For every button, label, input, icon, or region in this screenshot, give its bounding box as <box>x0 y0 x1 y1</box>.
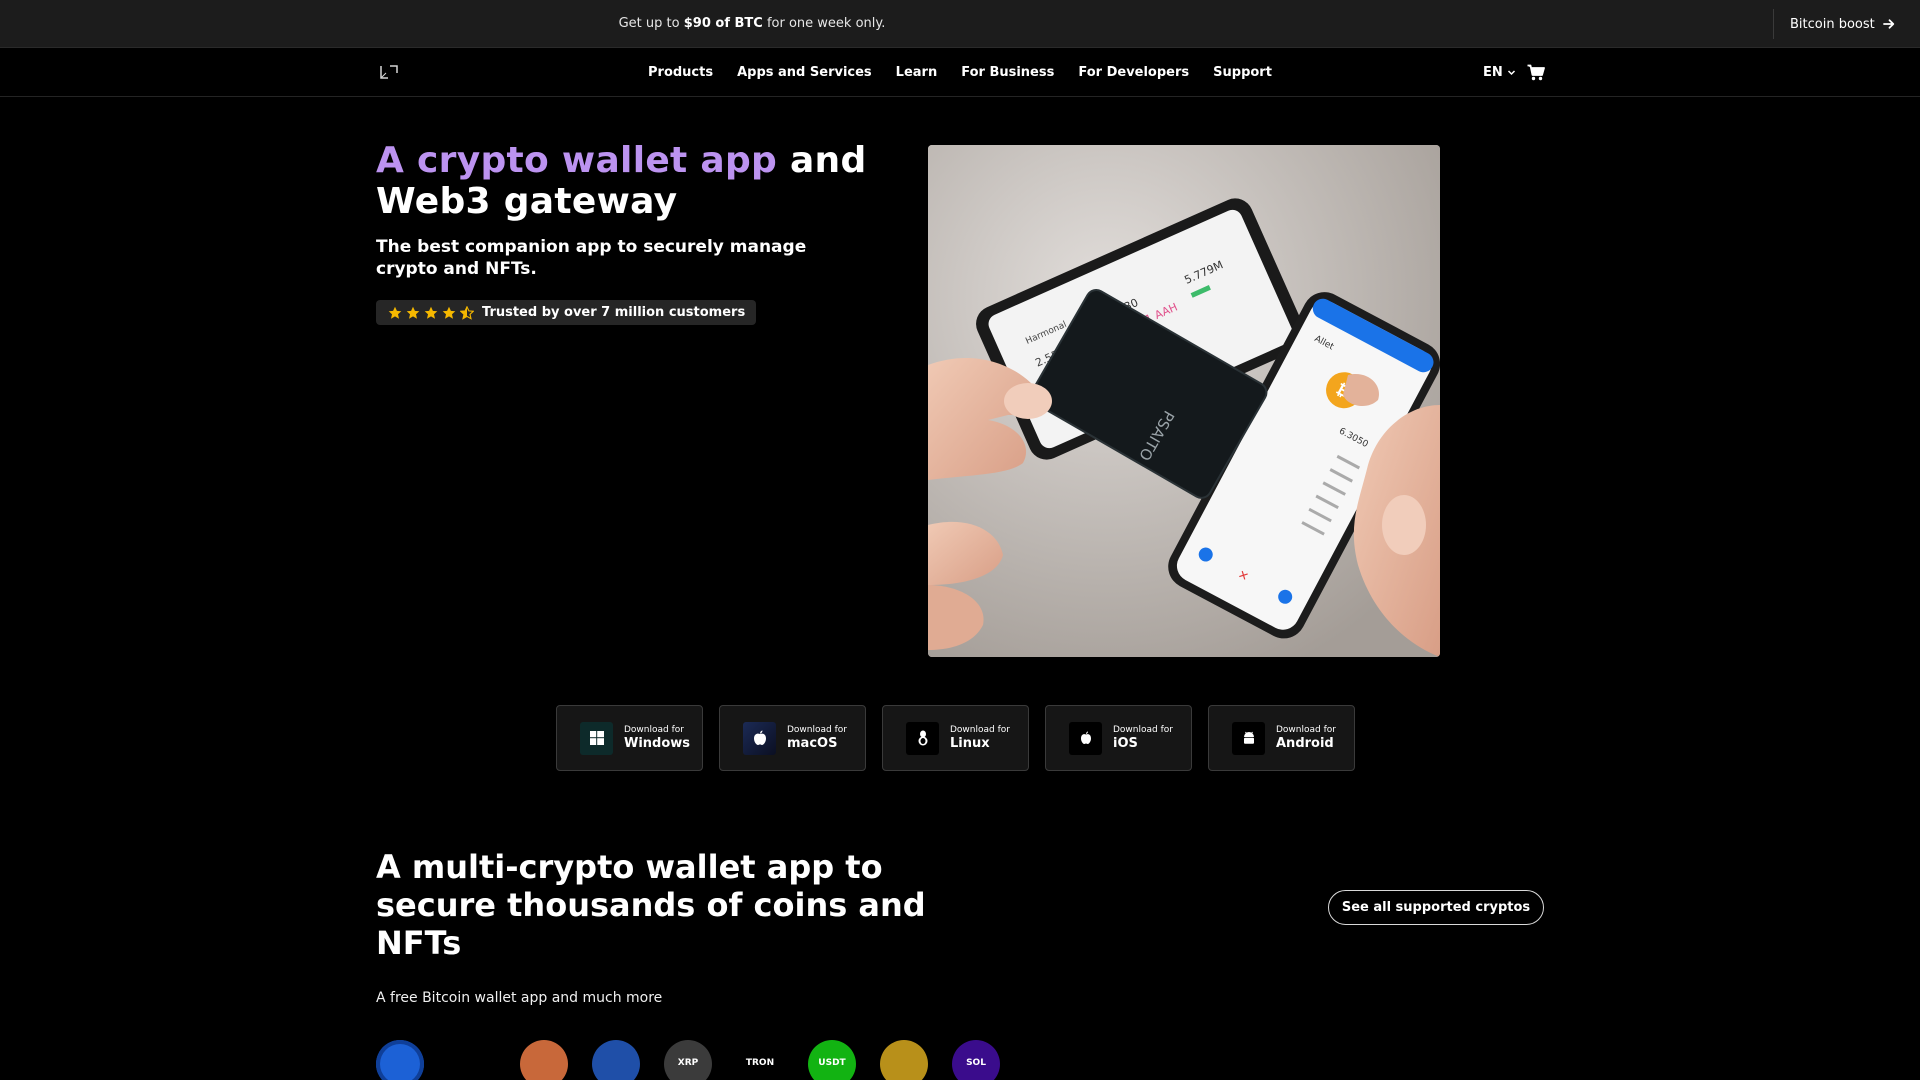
xrp-coin-icon[interactable]: XRP <box>664 1040 712 1080</box>
coin-label: SOL <box>966 1058 986 1068</box>
ethereum-coin-icon[interactable] <box>592 1040 640 1080</box>
promo-divider <box>1773 9 1774 39</box>
hero-title: A crypto wallet app and Web3 gateway <box>376 140 896 222</box>
coin-label: XRP <box>677 1058 699 1068</box>
nav-link-for-developers[interactable]: For Developers <box>1078 65 1189 80</box>
promo-text-bold: $90 of BTC <box>683 16 763 31</box>
coin-list: XRP TRON USDT SOL <box>376 1040 1000 1080</box>
see-all-cryptos-button[interactable]: See all supported cryptos <box>1328 890 1544 925</box>
sol-coin-icon[interactable]: SOL <box>952 1040 1000 1080</box>
ios-icon <box>1069 721 1102 755</box>
coin-label: USDT <box>818 1058 846 1068</box>
trust-text: Trusted by over 7 million customers <box>482 305 746 320</box>
ton-coin-icon[interactable] <box>448 1040 496 1080</box>
nav-links: Products Apps and Services Learn For Bus… <box>648 48 1272 97</box>
nav-link-for-business[interactable]: For Business <box>961 65 1054 80</box>
download-prefix: Download for <box>1113 725 1173 735</box>
promo-text: Get up to $90 of BTC for one week only. <box>0 0 1504 48</box>
download-buttons: Download for Windows Download for macOS … <box>556 705 1355 771</box>
cart-icon[interactable] <box>1527 64 1545 81</box>
download-ios-button[interactable]: Download for iOS <box>1045 705 1192 771</box>
download-android-button[interactable]: Download for Android <box>1208 705 1355 771</box>
section-title: A multi-crypto wallet app to secure thou… <box>376 848 926 962</box>
download-prefix: Download for <box>950 725 1010 735</box>
bitcoin-boost-link[interactable]: Bitcoin boost <box>1790 0 1895 48</box>
nav-link-learn[interactable]: Learn <box>896 65 938 80</box>
promo-text-before: Get up to <box>618 16 680 31</box>
nav-link-products[interactable]: Products <box>648 65 713 80</box>
download-prefix: Download for <box>1276 725 1336 735</box>
hero-subtitle: The best companion app to securely manag… <box>376 237 807 279</box>
linux-icon <box>906 721 939 755</box>
language-label: EN <box>1483 65 1503 80</box>
download-platform-label: Windows <box>624 736 691 751</box>
star-icon <box>424 306 438 319</box>
main-nav: Products Apps and Services Learn For Bus… <box>0 48 1920 97</box>
promo-text-after: for one week only. <box>766 16 886 31</box>
bitcoin-boost-label: Bitcoin boost <box>1790 16 1875 32</box>
star-icon <box>442 306 456 319</box>
download-platform-label: Linux <box>950 736 990 751</box>
half-star-icon <box>460 305 474 320</box>
hero-title-rest-1: and <box>789 140 867 181</box>
arrow-right-icon <box>1882 19 1894 29</box>
hero-illustration: Harmonal 2.55M 7730 3.80.1 AAH 5.779M ₿ … <box>928 145 1440 657</box>
star-icon <box>388 306 402 319</box>
download-platform-label: macOS <box>787 736 838 751</box>
logo-icon[interactable] <box>380 65 398 79</box>
dollar-coin-icon[interactable] <box>376 1040 424 1080</box>
hero-title-rest-2: Web3 gateway <box>376 181 678 222</box>
trust-badge: Trusted by over 7 million customers <box>376 300 757 325</box>
chevron-down-icon <box>1507 70 1515 76</box>
windows-icon <box>580 721 613 755</box>
nav-link-support[interactable]: Support <box>1213 65 1272 80</box>
nav-link-apps-and-services[interactable]: Apps and Services <box>737 65 872 80</box>
download-windows-button[interactable]: Download for Windows <box>556 705 703 771</box>
star-icon <box>406 306 420 319</box>
coin-label: TRON <box>745 1058 775 1068</box>
language-selector[interactable]: EN <box>1483 48 1516 97</box>
usdt-coin-icon[interactable]: USDT <box>808 1040 856 1080</box>
download-prefix: Download for <box>624 725 684 735</box>
download-platform-label: iOS <box>1113 736 1138 751</box>
android-icon <box>1232 721 1265 755</box>
hero-product-image: Harmonal 2.55M 7730 3.80.1 AAH 5.779M ₿ … <box>928 145 1440 657</box>
download-platform-label: Android <box>1276 736 1334 751</box>
download-prefix: Download for <box>787 725 847 735</box>
promo-bar: Get up to $90 of BTC for one week only. … <box>0 0 1920 48</box>
apple-icon <box>743 721 776 755</box>
download-macos-button[interactable]: Download for macOS <box>719 705 866 771</box>
download-linux-button[interactable]: Download for Linux <box>882 705 1029 771</box>
bnb-coin-icon[interactable] <box>880 1040 928 1080</box>
tron-coin-icon[interactable]: TRON <box>736 1040 784 1080</box>
rating-stars <box>388 305 474 320</box>
section-subtitle: A free Bitcoin wallet app and much more <box>376 990 663 1006</box>
hero-title-accent: A crypto wallet app <box>376 140 778 181</box>
bitcoin-coin-icon[interactable] <box>520 1040 568 1080</box>
